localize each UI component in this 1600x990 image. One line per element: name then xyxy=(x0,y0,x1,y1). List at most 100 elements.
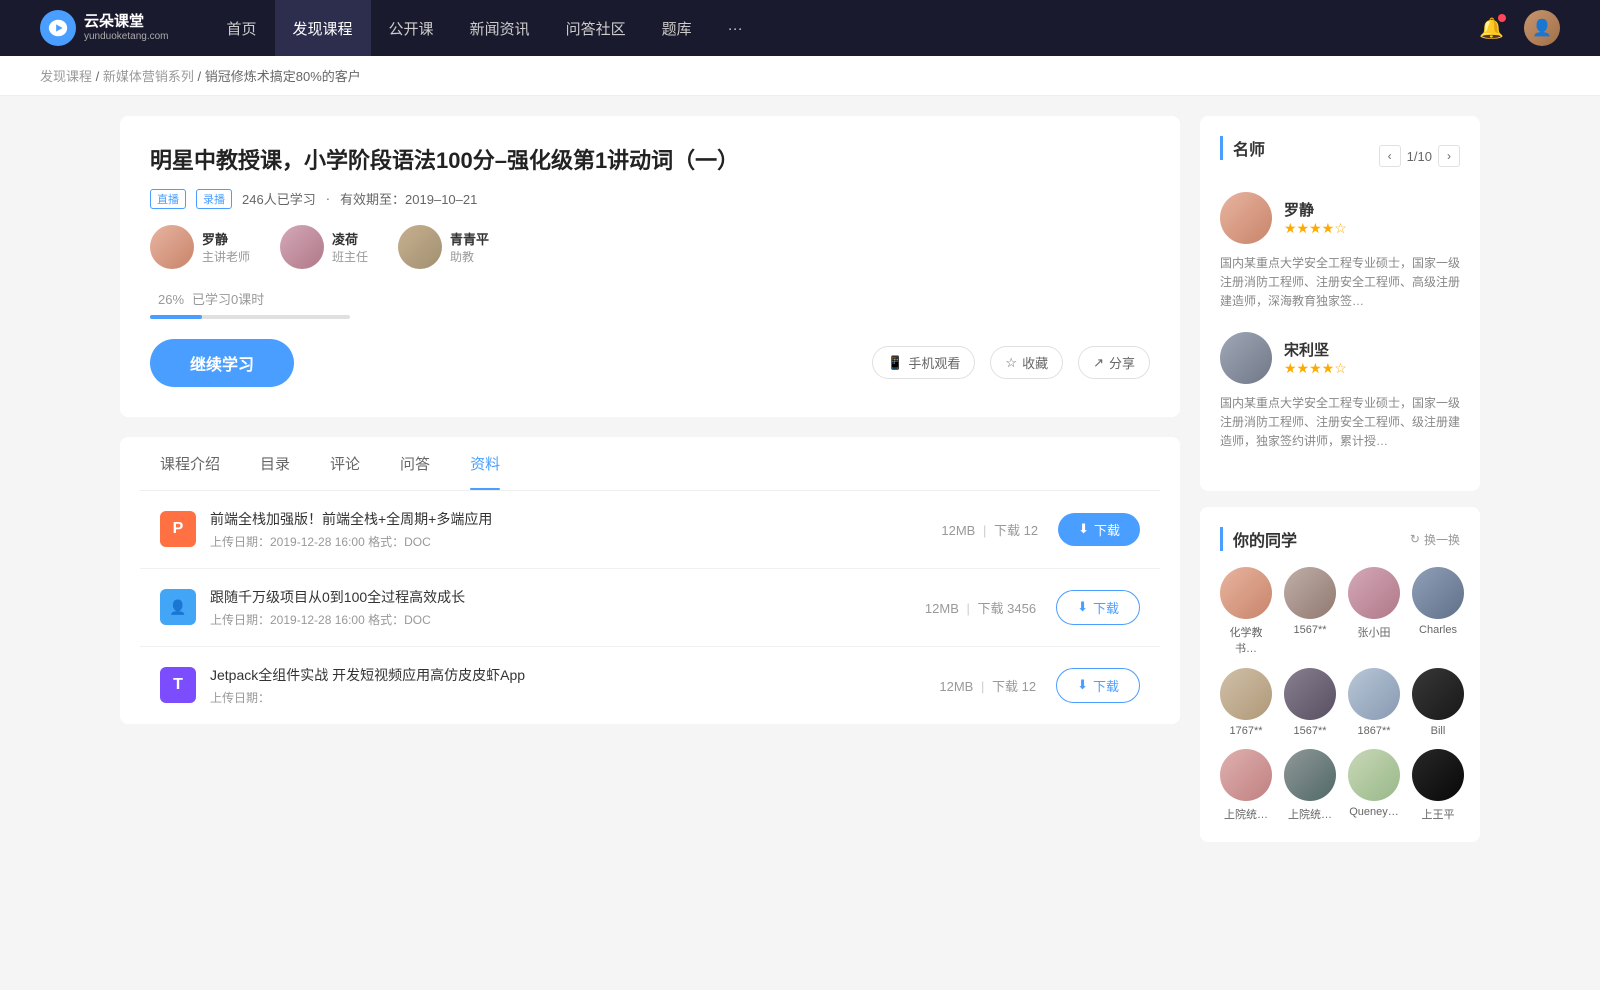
nav-item-quiz[interactable]: 题库 xyxy=(644,0,710,56)
tab-reviews[interactable]: 评论 xyxy=(310,437,380,490)
classmate-avatar xyxy=(1348,668,1400,720)
refresh-classmates-button[interactable]: ↻ 换一换 xyxy=(1410,531,1460,548)
classmate-avatar xyxy=(1412,567,1464,619)
notification-dot xyxy=(1498,14,1506,22)
famous-teacher-item: 罗静 ★★★★☆ 国内某重点大学安全工程专业硕士，国家一级注册消防工程师、注册安… xyxy=(1220,192,1460,312)
download-icon: ⬇ xyxy=(1077,677,1088,693)
resource-title-1: 前端全栈加强版！前端全栈+全周期+多端应用 xyxy=(210,509,941,529)
download-button-3[interactable]: ⬇ 下载 xyxy=(1056,668,1140,703)
breadcrumb-series[interactable]: 新媒体营销系列 xyxy=(103,69,194,84)
classmate-avatar xyxy=(1284,668,1336,720)
tabs-section: 课程介绍 目录 评论 问答 资料 P 前端全栈加强版！前端全栈+全周期+多端应用… xyxy=(120,437,1180,724)
user-avatar[interactable]: 👤 xyxy=(1524,10,1560,46)
badge-record: 录播 xyxy=(196,189,232,209)
course-card: 明星中教授课，小学阶段语法100分–强化级第1讲动词（一） 直播 录播 246人… xyxy=(120,116,1180,417)
nav-item-qa[interactable]: 问答社区 xyxy=(548,0,644,56)
sidebar: 名师 ‹ 1/10 › 罗静 ★★★★☆ 国内 xyxy=(1200,116,1480,858)
classmate-name: Bill xyxy=(1431,725,1446,737)
resource-meta-2: 上传日期：2019-12-28 16:00 格式：DOC xyxy=(210,611,925,628)
nav-item-home[interactable]: 首页 xyxy=(209,0,275,56)
student-count: 246人已学习 xyxy=(242,189,316,208)
famous-teacher-stars-1: ★★★★☆ xyxy=(1284,220,1347,237)
resource-item: T Jetpack全组件实战 开发短视频应用高仿皮皮虾App 上传日期： 12M… xyxy=(140,647,1160,724)
famous-teacher-name-2: 宋利坚 xyxy=(1284,339,1347,360)
course-title: 明星中教授课，小学阶段语法100分–强化级第1讲动词（一） xyxy=(150,146,1150,177)
tab-qa[interactable]: 问答 xyxy=(380,437,450,490)
nav-item-news[interactable]: 新闻资讯 xyxy=(452,0,548,56)
breadcrumb-current: 销冠修炼术搞定80%的客户 xyxy=(205,69,361,84)
classmate-item: 上院统… xyxy=(1284,749,1336,822)
nav-item-discover[interactable]: 发现课程 xyxy=(275,0,371,56)
mobile-watch-button[interactable]: 📱 手机观看 xyxy=(872,346,975,379)
page-indicator: 1/10 xyxy=(1407,149,1432,164)
tab-resources[interactable]: 资料 xyxy=(450,437,520,490)
nav-item-open[interactable]: 公开课 xyxy=(371,0,452,56)
notification-bell[interactable]: 🔔 xyxy=(1479,16,1504,41)
progress-label: 26%已学习0课时 xyxy=(150,289,1150,309)
classmate-name: Charles xyxy=(1419,624,1457,636)
progress-section: 26%已学习0课时 xyxy=(150,289,1150,319)
teacher-2: 凌荷 班主任 xyxy=(280,225,368,269)
mobile-icon: 📱 xyxy=(887,355,903,371)
famous-teachers-title: 名师 xyxy=(1220,136,1265,160)
resource-meta-1: 上传日期：2019-12-28 16:00 格式：DOC xyxy=(210,533,941,550)
next-page-button[interactable]: › xyxy=(1438,145,1460,167)
classmate-item: 1867** xyxy=(1348,668,1400,737)
famous-teacher-desc-1: 国内某重点大学安全工程专业硕士，国家一级注册消防工程师、注册安全工程师、高级注册… xyxy=(1220,254,1460,312)
logo-title: 云朵课堂 xyxy=(84,13,169,31)
logo[interactable]: 云朵课堂 yunduoketang.com xyxy=(40,10,169,46)
teacher-3: 青青平 助教 xyxy=(398,225,489,269)
teacher-1: 罗静 主讲老师 xyxy=(150,225,250,269)
classmate-avatar xyxy=(1220,567,1272,619)
resource-icon-1: P xyxy=(160,511,196,547)
tab-catalog[interactable]: 目录 xyxy=(240,437,310,490)
resource-item: 👤 跟随千万级项目从0到100全过程高效成长 上传日期：2019-12-28 1… xyxy=(140,569,1160,647)
resource-meta-3: 上传日期： xyxy=(210,689,939,706)
resource-title-2: 跟随千万级项目从0到100全过程高效成长 xyxy=(210,587,925,607)
progress-bar-bg xyxy=(150,315,350,319)
star-icon: ☆ xyxy=(1005,355,1017,371)
famous-teacher-avatar-2 xyxy=(1220,332,1272,384)
download-button-1[interactable]: ⬇ 下载 xyxy=(1058,513,1140,546)
nav-items: 首页 发现课程 公开课 新闻资讯 问答社区 题库 ··· xyxy=(209,0,1480,56)
classmate-avatar xyxy=(1220,668,1272,720)
famous-teacher-stars-2: ★★★★☆ xyxy=(1284,360,1347,377)
navigation: 云朵课堂 yunduoketang.com 首页 发现课程 公开课 新闻资讯 问… xyxy=(0,0,1600,56)
teachers: 罗静 主讲老师 凌荷 班主任 青青平 助教 xyxy=(150,225,1150,269)
classmate-item: Queney… xyxy=(1348,749,1400,822)
nav-item-more[interactable]: ··· xyxy=(710,0,761,56)
classmate-avatar xyxy=(1412,749,1464,801)
teacher-2-name: 凌荷 xyxy=(332,229,368,248)
tab-intro[interactable]: 课程介绍 xyxy=(140,437,240,490)
classmate-name: 化学教书… xyxy=(1220,624,1272,656)
classmate-item: 1567** xyxy=(1284,567,1336,656)
action-buttons: 📱 手机观看 ☆ 收藏 ↗ 分享 xyxy=(872,346,1150,379)
prev-page-button[interactable]: ‹ xyxy=(1379,145,1401,167)
nav-right: 🔔 👤 xyxy=(1479,10,1560,46)
classmate-item: 上王平 xyxy=(1412,749,1464,822)
resource-item: P 前端全栈加强版！前端全栈+全周期+多端应用 上传日期：2019-12-28 … xyxy=(140,491,1160,569)
share-icon: ↗ xyxy=(1093,355,1104,371)
classmate-name: 1767** xyxy=(1229,725,1262,737)
download-button-2[interactable]: ⬇ 下载 xyxy=(1056,590,1140,625)
classmate-name: 上院统… xyxy=(1224,806,1268,822)
continue-learning-button[interactable]: 继续学习 xyxy=(150,339,294,387)
download-icon: ⬇ xyxy=(1077,599,1088,615)
teacher-3-name: 青青平 xyxy=(450,229,489,248)
famous-teacher-avatar-1 xyxy=(1220,192,1272,244)
resource-stats-1: 12MB | 下载 12 xyxy=(941,520,1038,539)
breadcrumb-discover[interactable]: 发现课程 xyxy=(40,69,92,84)
collect-button[interactable]: ☆ 收藏 xyxy=(990,346,1063,379)
classmate-name: Queney… xyxy=(1349,806,1399,818)
progress-bar-fill xyxy=(150,315,202,319)
valid-until: 有效期至：2019–10–21 xyxy=(340,189,477,208)
classmate-name: 上院统… xyxy=(1288,806,1332,822)
logo-subtitle: yunduoketang.com xyxy=(84,31,169,43)
teacher-2-role: 班主任 xyxy=(332,248,368,265)
classmate-name: 张小田 xyxy=(1358,624,1391,640)
resources-list: P 前端全栈加强版！前端全栈+全周期+多端应用 上传日期：2019-12-28 … xyxy=(140,491,1160,724)
resource-stats-3: 12MB | 下载 12 xyxy=(939,676,1036,695)
classmate-item: 化学教书… xyxy=(1220,567,1272,656)
share-button[interactable]: ↗ 分享 xyxy=(1078,346,1150,379)
teacher-3-role: 助教 xyxy=(450,248,489,265)
